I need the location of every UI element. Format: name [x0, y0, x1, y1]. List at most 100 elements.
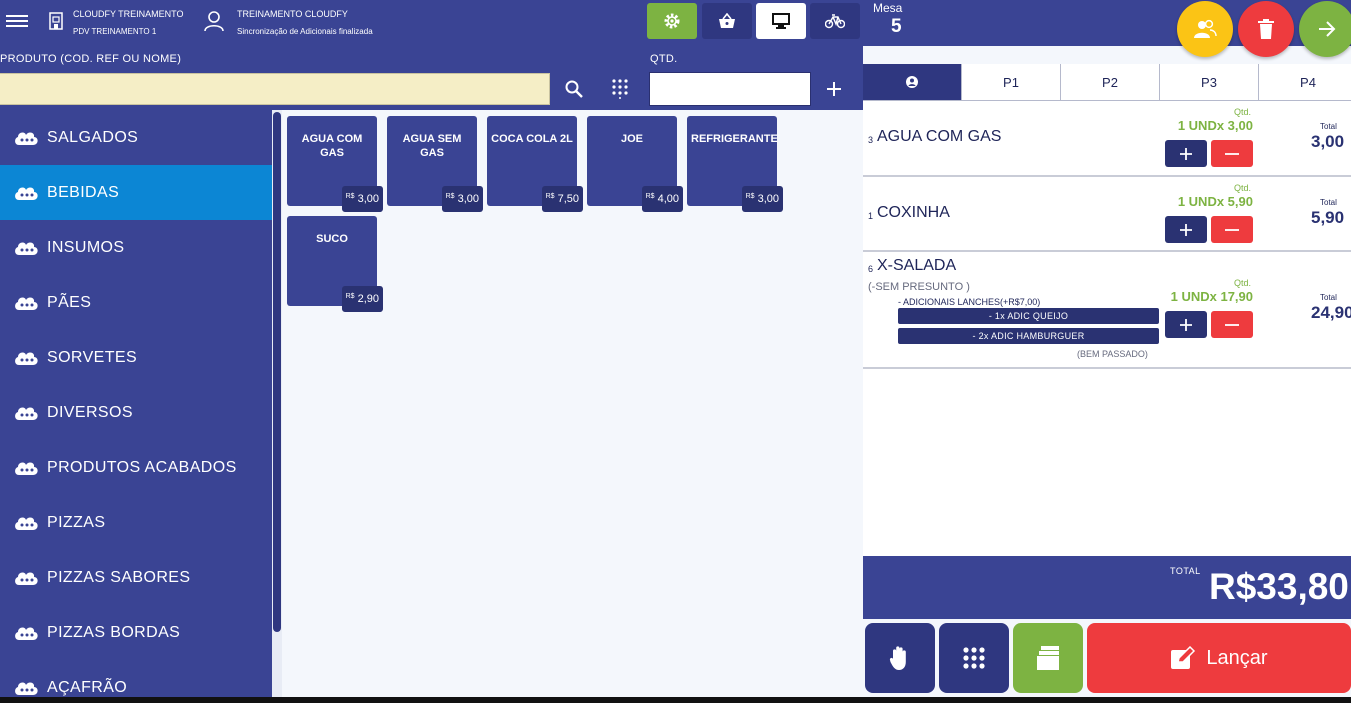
- increase-button[interactable]: [1165, 311, 1207, 338]
- item-note: (BEM PASSADO): [1077, 349, 1148, 359]
- minus-icon: [1225, 228, 1239, 231]
- increase-button[interactable]: [1165, 216, 1207, 243]
- category-item[interactable]: SALGADOS: [0, 110, 272, 165]
- order-item: 1 COXINHA Qtd. 1 UNDx 5,90 Total 5,90: [863, 177, 1351, 252]
- delete-order-button[interactable]: [1238, 1, 1294, 57]
- search-label: PRODUTO (COD. REF OU NOME): [0, 53, 182, 65]
- total-label: Total: [1320, 122, 1337, 131]
- currency-symbol: R$: [345, 192, 355, 200]
- decrease-button[interactable]: [1211, 311, 1253, 338]
- item-modifier: (-SEM PRESUNTO ): [868, 281, 970, 293]
- category-label: INSUMOS: [47, 238, 125, 256]
- category-item[interactable]: BEBIDAS: [0, 165, 272, 220]
- unit-price: x 3,00: [1216, 118, 1253, 133]
- product-tile[interactable]: AGUA SEM GAS R$ 3,00: [387, 116, 483, 212]
- pdv-name: PDV TREINAMENTO 1: [73, 27, 157, 36]
- people-icon: [1194, 19, 1217, 38]
- sync-status: Sincronização de Adicionais finalizada: [237, 27, 373, 36]
- category-label: SORVETES: [47, 348, 138, 366]
- quantity-label: QTD.: [650, 53, 678, 65]
- decrease-button[interactable]: [1211, 216, 1253, 243]
- category-item[interactable]: PÃES: [0, 275, 272, 330]
- category-item[interactable]: AÇAFRÃO: [0, 660, 272, 697]
- product-tile[interactable]: REFRIGERANTE R$ 3,00: [687, 116, 783, 212]
- category-item[interactable]: PIZZAS: [0, 495, 272, 550]
- product-price: R$ 4,00: [641, 186, 683, 212]
- add-button[interactable]: [814, 72, 854, 106]
- qty-label: Qtd.: [1234, 183, 1252, 193]
- copy-icon: [1037, 646, 1059, 670]
- category-scrollbar-thumb[interactable]: [273, 112, 281, 632]
- decrease-button[interactable]: [1211, 140, 1253, 167]
- desktop-button[interactable]: [756, 3, 806, 39]
- item-index: 1: [868, 211, 874, 221]
- delivery-bike-button[interactable]: [810, 3, 860, 39]
- category-label: PÃES: [47, 293, 92, 311]
- category-label: SALGADOS: [47, 128, 139, 146]
- forward-button[interactable]: [1299, 1, 1351, 57]
- hold-button[interactable]: [865, 623, 935, 693]
- launch-order-button[interactable]: Lançar: [1087, 623, 1351, 693]
- qty-label: Qtd.: [1234, 278, 1252, 288]
- keypad-button[interactable]: [598, 73, 642, 105]
- search-icon: [565, 80, 583, 98]
- increase-button[interactable]: [1165, 140, 1207, 167]
- category-label: AÇAFRÃO: [47, 678, 128, 696]
- customers-button[interactable]: [1177, 1, 1233, 57]
- item-total: 3,00: [1311, 132, 1345, 151]
- product-price: R$ 3,00: [441, 186, 483, 212]
- product-search-input[interactable]: [0, 73, 550, 105]
- desktop-icon: [772, 13, 790, 29]
- category-item[interactable]: PIZZAS SABORES: [0, 550, 272, 605]
- tab-person[interactable]: P4: [1259, 64, 1351, 100]
- plus-icon: [827, 82, 841, 96]
- tab-person[interactable]: P3: [1160, 64, 1259, 100]
- product-name: SUCO: [316, 233, 348, 245]
- category-item[interactable]: DIVERSOS: [0, 385, 272, 440]
- qty-label: Qtd.: [1234, 107, 1252, 117]
- category-item[interactable]: PIZZAS BORDAS: [0, 605, 272, 660]
- product-price: R$ 2,90: [341, 286, 383, 312]
- tab-person[interactable]: P2: [1061, 64, 1160, 100]
- tab-main[interactable]: [863, 64, 962, 100]
- category-label: PIZZAS: [47, 513, 106, 531]
- category-icon: [0, 404, 47, 422]
- company-name: CLOUDFY TREINAMENTO: [73, 9, 184, 19]
- category-item[interactable]: SORVETES: [0, 330, 272, 385]
- order-item: 3 AGUA COM GAS Qtd. 1 UNDx 3,00 Total 3,00: [863, 101, 1351, 177]
- product-tile[interactable]: JOE R$ 4,00: [587, 116, 683, 212]
- plus-icon: [1180, 223, 1192, 236]
- total-label: Total: [1320, 198, 1337, 207]
- basket-button[interactable]: [702, 3, 752, 39]
- tab-person[interactable]: P1: [962, 64, 1061, 100]
- person-tabs: P1 P2 P3 P4: [863, 64, 1351, 101]
- item-quantity: 1 UNDx 3,00: [1178, 118, 1253, 133]
- product-grid: AGUA COM GAS R$ 3,00 AGUA SEM GAS R$ 3,00 COCA…: [282, 110, 863, 697]
- person-icon: [906, 76, 918, 88]
- product-name: AGUA SEM GAS: [402, 133, 462, 159]
- grid-menu-button[interactable]: [939, 623, 1009, 693]
- qty-units: 1 UND: [1170, 289, 1210, 304]
- price-value: 7,50: [557, 193, 579, 205]
- product-tile[interactable]: COCA COLA 2L R$ 7,50: [487, 116, 583, 212]
- product-tile[interactable]: AGUA COM GAS R$ 3,00: [287, 116, 383, 212]
- product-tile[interactable]: SUCO R$ 2,90: [287, 216, 383, 312]
- copy-print-button[interactable]: [1013, 623, 1083, 693]
- product-name: JOE: [620, 133, 643, 145]
- category-item[interactable]: INSUMOS: [0, 220, 272, 275]
- item-name: AGUA COM GAS: [877, 128, 1002, 145]
- menu-icon[interactable]: [6, 12, 28, 30]
- quantity-input[interactable]: [649, 72, 811, 106]
- qty-units: 1 UND: [1177, 118, 1217, 133]
- category-icon: [0, 129, 47, 147]
- product-price: R$ 7,50: [541, 186, 583, 212]
- item-name: COXINHA: [877, 204, 950, 221]
- dialpad-icon: [612, 79, 628, 99]
- item-name: X-SALADA: [877, 257, 957, 274]
- search-button[interactable]: [552, 73, 596, 105]
- order-items-list: 3 AGUA COM GAS Qtd. 1 UNDx 3,00 Total 3,00 1 CO…: [863, 101, 1351, 556]
- trash-icon: [1258, 19, 1274, 39]
- category-item[interactable]: PRODUTOS ACABADOS: [0, 440, 272, 495]
- user-icon: [204, 11, 224, 32]
- settings-button[interactable]: [647, 3, 697, 39]
